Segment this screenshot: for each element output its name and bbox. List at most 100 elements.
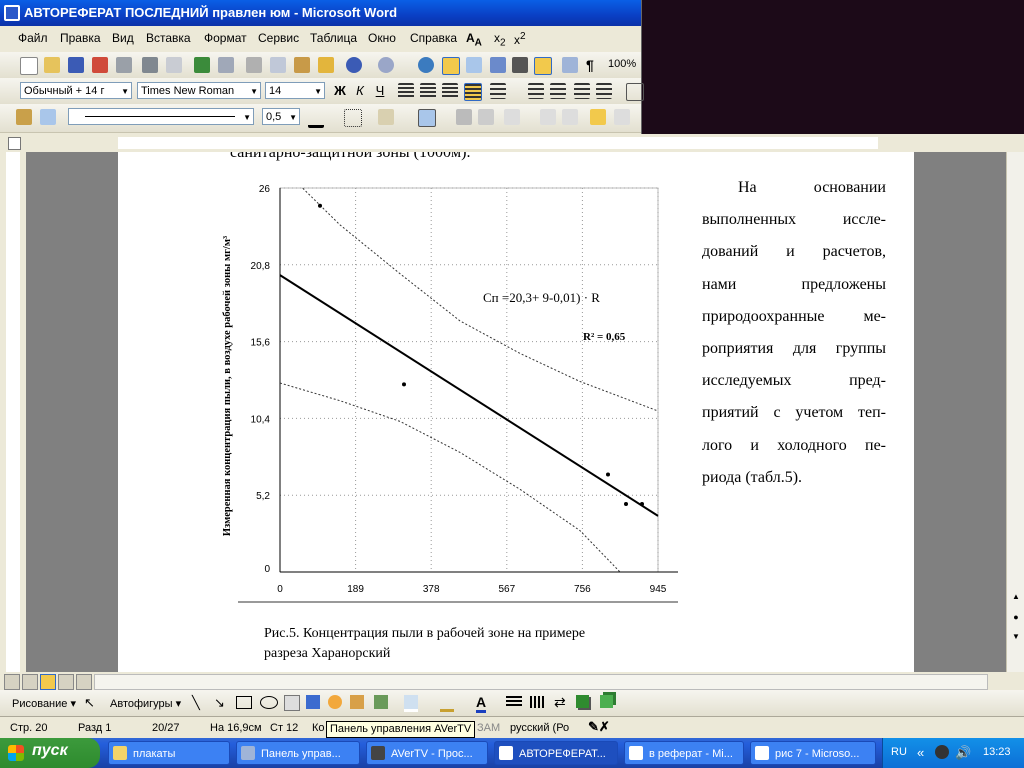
align-center-icon[interactable] bbox=[420, 83, 436, 99]
hyperlink-icon[interactable] bbox=[418, 57, 434, 73]
tab-selector-icon[interactable] bbox=[8, 137, 21, 150]
textbox-tool-icon[interactable] bbox=[284, 695, 300, 711]
tray-language[interactable]: RU bbox=[891, 746, 907, 758]
arrow-style-icon[interactable]: ⇄ bbox=[554, 694, 566, 711]
decrease-indent-icon[interactable] bbox=[574, 83, 590, 99]
align-left-icon[interactable] bbox=[398, 83, 414, 99]
print-layout-view-icon[interactable] bbox=[40, 674, 56, 690]
new-document-icon[interactable] bbox=[20, 57, 38, 75]
permission-icon[interactable] bbox=[92, 57, 108, 73]
line-style-combo[interactable]: ▼ bbox=[68, 108, 254, 125]
rectangle-tool-icon[interactable] bbox=[236, 696, 252, 709]
border-color-icon[interactable] bbox=[308, 109, 324, 128]
print-preview-icon[interactable] bbox=[166, 57, 182, 73]
zoom-value[interactable]: 100% bbox=[608, 58, 636, 70]
menu-table[interactable]: Таблица bbox=[310, 31, 357, 45]
increase-indent-icon[interactable] bbox=[596, 83, 612, 99]
line-style-icon[interactable] bbox=[506, 696, 522, 708]
bullets-icon[interactable] bbox=[550, 83, 566, 99]
document-page[interactable]: санитарно-защитной зоны (1000м). 0 189 378… bbox=[118, 152, 914, 672]
cut-icon[interactable] bbox=[246, 57, 262, 73]
task-button[interactable]: Панель управ... bbox=[236, 741, 360, 765]
diagram-icon[interactable] bbox=[328, 695, 342, 709]
copy-icon[interactable] bbox=[270, 57, 286, 73]
web-view-icon[interactable] bbox=[22, 674, 38, 690]
menu-tools[interactable]: Сервис bbox=[258, 31, 299, 45]
insert-excel-icon[interactable] bbox=[490, 57, 506, 73]
select-browse-object-icon[interactable]: ● bbox=[1009, 612, 1023, 626]
task-button-active[interactable]: АВТОРЕФЕРАТ... bbox=[494, 741, 618, 765]
menu-help[interactable]: Справка bbox=[410, 31, 457, 45]
email-icon[interactable] bbox=[116, 57, 132, 73]
horizontal-scroll-track[interactable] bbox=[94, 674, 988, 690]
line-tool-icon[interactable]: ╲ bbox=[192, 695, 200, 711]
redo-icon[interactable] bbox=[378, 57, 394, 73]
open-folder-icon[interactable] bbox=[44, 57, 60, 73]
print-icon[interactable] bbox=[142, 57, 158, 73]
draw-table-icon[interactable] bbox=[16, 109, 32, 125]
drawing-menu-button[interactable]: Рисование ▾ bbox=[12, 697, 76, 710]
menu-edit[interactable]: Правка bbox=[60, 31, 101, 45]
horizontal-ruler[interactable] bbox=[0, 134, 1024, 153]
volume-icon[interactable]: 🔊 bbox=[955, 745, 971, 761]
insert-table-icon[interactable] bbox=[418, 109, 436, 127]
line-spacing-icon[interactable] bbox=[490, 83, 506, 99]
distribute-rows-icon[interactable] bbox=[540, 109, 556, 125]
font-color-icon[interactable]: A bbox=[476, 694, 487, 713]
document-map-icon[interactable] bbox=[562, 57, 578, 73]
research-icon[interactable] bbox=[218, 57, 234, 73]
style-combo[interactable]: Обычный + 14 г ▼ bbox=[20, 82, 132, 99]
align-cell-icon[interactable] bbox=[504, 109, 520, 125]
bold-icon[interactable]: Ж bbox=[332, 83, 348, 99]
insert-picture-icon[interactable] bbox=[374, 695, 388, 709]
insert-table-icon[interactable] bbox=[466, 57, 482, 73]
spelling-icon[interactable] bbox=[194, 57, 210, 73]
tray-app-icon[interactable] bbox=[935, 745, 949, 759]
shadow-style-icon[interactable] bbox=[576, 695, 589, 708]
task-button[interactable]: в реферат - Mi... bbox=[624, 741, 744, 765]
font-size-icon[interactable]: AA bbox=[466, 31, 482, 48]
font-size-combo[interactable]: 14 ▼ bbox=[265, 82, 325, 99]
show-formatting-icon[interactable]: ¶ bbox=[586, 57, 602, 73]
arrow-tool-icon[interactable]: ↘ bbox=[214, 695, 225, 711]
status-overtype[interactable]: ЗАМ bbox=[477, 722, 500, 734]
outline-view-icon[interactable] bbox=[58, 674, 74, 690]
fill-color-icon[interactable] bbox=[404, 695, 418, 712]
save-icon[interactable] bbox=[68, 57, 84, 73]
next-page-icon[interactable]: ▼ bbox=[1009, 632, 1023, 646]
line-color-icon[interactable] bbox=[440, 695, 454, 712]
tables-borders-icon[interactable] bbox=[442, 57, 460, 75]
autoformat-icon[interactable] bbox=[590, 109, 606, 125]
borders-icon[interactable] bbox=[626, 83, 644, 101]
menu-window[interactable]: Окно bbox=[368, 31, 396, 45]
eraser-icon[interactable] bbox=[40, 109, 56, 125]
shading-icon[interactable] bbox=[378, 109, 394, 125]
document-area[interactable]: санитарно-защитной зоны (1000м). 0 189 378… bbox=[26, 152, 1006, 672]
line-weight-combo[interactable]: 0,5 ▼ bbox=[262, 108, 300, 125]
drawing-icon[interactable] bbox=[534, 57, 552, 75]
task-button[interactable]: плакаты bbox=[108, 741, 230, 765]
superscript-icon[interactable]: x2 bbox=[514, 31, 526, 47]
start-button[interactable]: пуск bbox=[0, 738, 100, 768]
task-button[interactable]: рис 7 - Microso... bbox=[750, 741, 876, 765]
columns-icon[interactable] bbox=[512, 57, 528, 73]
clipart-icon[interactable] bbox=[350, 695, 364, 709]
paste-icon[interactable] bbox=[294, 57, 310, 73]
menu-file[interactable]: Файл bbox=[18, 31, 48, 45]
normal-view-icon[interactable] bbox=[4, 674, 20, 690]
spelling-status-icon[interactable]: ✎✗ bbox=[588, 719, 610, 735]
status-language[interactable]: русский (Ро bbox=[510, 722, 569, 734]
menu-format[interactable]: Формат bbox=[204, 31, 247, 45]
task-button[interactable]: AVerTV - Прос... bbox=[366, 741, 488, 765]
oval-tool-icon[interactable] bbox=[260, 696, 278, 709]
menu-view[interactable]: Вид bbox=[112, 31, 134, 45]
3d-style-icon[interactable] bbox=[600, 695, 613, 708]
dash-style-icon[interactable] bbox=[530, 696, 546, 708]
vertical-scrollbar[interactable]: ▲ ● ▼ bbox=[1006, 152, 1024, 672]
merge-cells-icon[interactable] bbox=[456, 109, 472, 125]
sort-icon[interactable] bbox=[614, 109, 630, 125]
split-cells-icon[interactable] bbox=[478, 109, 494, 125]
collapse-tray-icon[interactable]: « bbox=[917, 745, 924, 760]
distribute-columns-icon[interactable] bbox=[562, 109, 578, 125]
autoshapes-menu-button[interactable]: Автофигуры ▾ bbox=[110, 697, 181, 710]
